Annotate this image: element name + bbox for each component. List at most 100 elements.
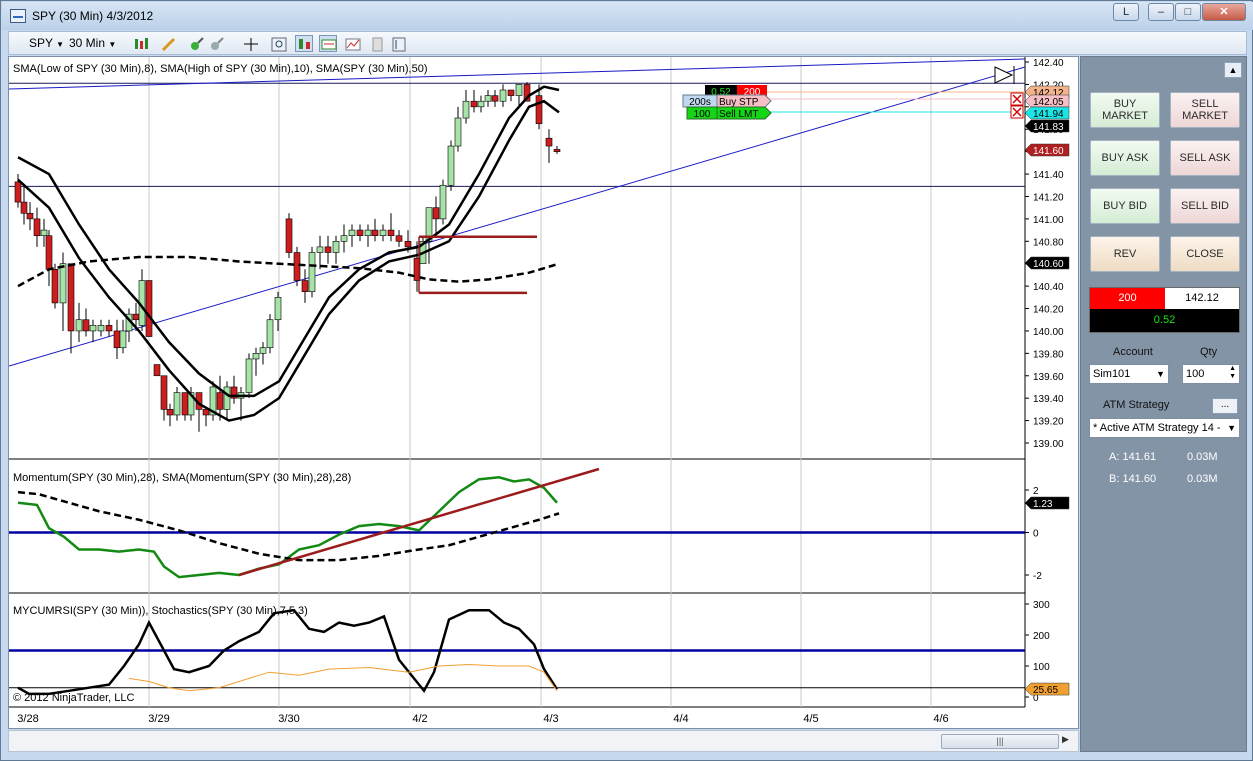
reverse-button[interactable]: REV — [1090, 236, 1160, 272]
candle-up — [223, 386, 231, 410]
chart-style-icon[interactable] — [131, 35, 149, 52]
zoom-icon[interactable] — [269, 35, 287, 52]
panel-collapse-icon[interactable]: ▲ — [1224, 62, 1242, 78]
price-tick-label: 141.20 — [1033, 192, 1064, 203]
sell-bid-button[interactable]: SELL BID — [1170, 188, 1240, 224]
candle-up — [75, 319, 83, 332]
stochastics-line — [128, 663, 558, 692]
scrollbar-thumb[interactable]: ||| — [941, 734, 1059, 749]
candle-up — [515, 84, 523, 96]
stop-order-qty: 200s — [689, 97, 711, 108]
crosshair-icon[interactable] — [241, 35, 259, 52]
qty-spinner[interactable]: 100 ▲ ▼ — [1182, 364, 1240, 384]
rsi-tick-label: 300 — [1033, 600, 1050, 611]
qty-label: Qty — [1200, 346, 1218, 358]
x-tick-label: 4/3 — [543, 713, 558, 725]
link-button[interactable]: L — [1113, 3, 1139, 21]
candle-down — [45, 235, 53, 270]
instrument-label: SPY — [29, 36, 53, 50]
candle-up — [484, 95, 492, 102]
rsi-panel-label: MYCUMRSI(SPY (30 Min)), Stochastics(SPY … — [13, 605, 308, 617]
maximize-button[interactable]: □ — [1175, 3, 1201, 21]
properties-icon[interactable] — [367, 35, 385, 52]
price-tick-label: 139.60 — [1033, 372, 1064, 383]
horizontal-scrollbar[interactable]: ▶ ||| — [8, 730, 1079, 752]
qty-value: 100 — [1186, 368, 1205, 380]
candle-up — [348, 229, 356, 236]
title-bar: SPY (30 Min) 4/3/2012 L – □ ✕ — [2, 2, 1253, 30]
candle-down — [432, 207, 440, 220]
candle-up — [316, 246, 324, 253]
candle-up — [364, 229, 372, 236]
candle-down — [491, 95, 499, 102]
chart-trader-icon[interactable] — [295, 35, 313, 52]
atm-strategy-value: * Active ATM Strategy 14 - — [1093, 422, 1221, 434]
buy-ask-button[interactable]: BUY ASK — [1090, 140, 1160, 176]
atm-strategy-select[interactable]: * Active ATM Strategy 14 - ▼ — [1089, 418, 1240, 438]
account-select[interactable]: Sim101 ▼ — [1089, 364, 1169, 384]
momentum-tick-label: 0 — [1033, 529, 1039, 540]
chart-canvas[interactable]: 3/283/293/304/24/34/44/54/6142.40142.201… — [8, 57, 1078, 728]
price-tick-label: 139.40 — [1033, 394, 1064, 405]
price-tick-label: 140.20 — [1033, 305, 1064, 316]
candle-down — [153, 364, 161, 377]
chart-area[interactable]: 3/283/293/304/24/34/44/54/6142.40142.201… — [8, 56, 1079, 729]
atm-options-button[interactable]: ... — [1212, 398, 1238, 414]
close-button[interactable]: ✕ — [1202, 3, 1246, 21]
show-orders-icon[interactable] — [319, 35, 337, 52]
chart-end-icon — [994, 66, 1014, 84]
candle-up — [173, 392, 181, 416]
candle-up — [259, 347, 267, 354]
window-linking-icon[interactable] — [389, 35, 407, 52]
candle-down — [132, 313, 140, 321]
candle-down — [535, 95, 543, 124]
candle-down — [470, 100, 478, 108]
rsi-value-marker: 25.65 — [1033, 685, 1058, 696]
candle-down — [14, 181, 22, 203]
candle-up — [340, 235, 348, 242]
scroll-right-icon[interactable]: ▶ — [1062, 734, 1069, 745]
position-display: 200 142.12 0.52 — [1089, 287, 1240, 333]
rsi-tick-label: 200 — [1033, 631, 1050, 642]
position-qty: 200 — [1090, 288, 1165, 309]
price-tick-label: 140.40 — [1033, 282, 1064, 293]
price-tick-label: 140.00 — [1033, 327, 1064, 338]
spinner-arrows-icon[interactable]: ▲ ▼ — [1229, 365, 1236, 381]
chart-trader-panel: ▲ BUY MARKET SELL MARKET BUY ASK SELL AS… — [1080, 56, 1247, 752]
minimize-button[interactable]: – — [1148, 3, 1174, 21]
candle-down — [113, 330, 121, 349]
sell-ask-button[interactable]: SELL ASK — [1170, 140, 1240, 176]
price-tick-label: 139.20 — [1033, 417, 1064, 428]
x-tick-label: 3/29 — [148, 713, 169, 725]
instrument-selector[interactable]: SPY ▼ — [29, 36, 64, 50]
sell-market-button[interactable]: SELL MARKET — [1170, 92, 1240, 128]
x-tick-label: 3/30 — [278, 713, 299, 725]
rsi-tick-label: 100 — [1033, 662, 1050, 673]
candle-down — [216, 392, 224, 410]
candle-down — [324, 246, 332, 253]
last-price-marker: 141.83 — [1033, 122, 1064, 133]
data-box-icon[interactable] — [343, 35, 361, 52]
bid-price: B: 141.60 — [1109, 473, 1157, 485]
interval-selector[interactable]: 30 Min ▼ — [69, 36, 116, 50]
candle-down — [293, 252, 301, 281]
close-position-button[interactable]: CLOSE — [1170, 236, 1240, 272]
candle-up — [266, 319, 274, 349]
price-tick-label: 139.00 — [1033, 439, 1064, 450]
limit-price-marker: 141.94 — [1033, 109, 1064, 120]
stop-price-marker: 142.05 — [1033, 97, 1064, 108]
ask-price: A: 141.61 — [1109, 451, 1157, 463]
pencil-draw-icon[interactable] — [159, 35, 177, 52]
candle-up — [119, 330, 127, 349]
buy-market-button[interactable]: BUY MARKET — [1090, 92, 1160, 128]
candle-up — [40, 229, 48, 236]
buy-bid-button[interactable]: BUY BID — [1090, 188, 1160, 224]
candle-up — [245, 358, 253, 393]
candle-down — [105, 325, 113, 332]
position-pnl: 0.52 — [1090, 309, 1239, 332]
sma-50-line — [17, 255, 560, 288]
stop-order-label: Buy STP — [719, 97, 759, 108]
strategy-icon[interactable] — [207, 35, 225, 52]
limit-order-qty: 100 — [694, 109, 711, 120]
add-indicator-icon[interactable] — [187, 35, 205, 52]
